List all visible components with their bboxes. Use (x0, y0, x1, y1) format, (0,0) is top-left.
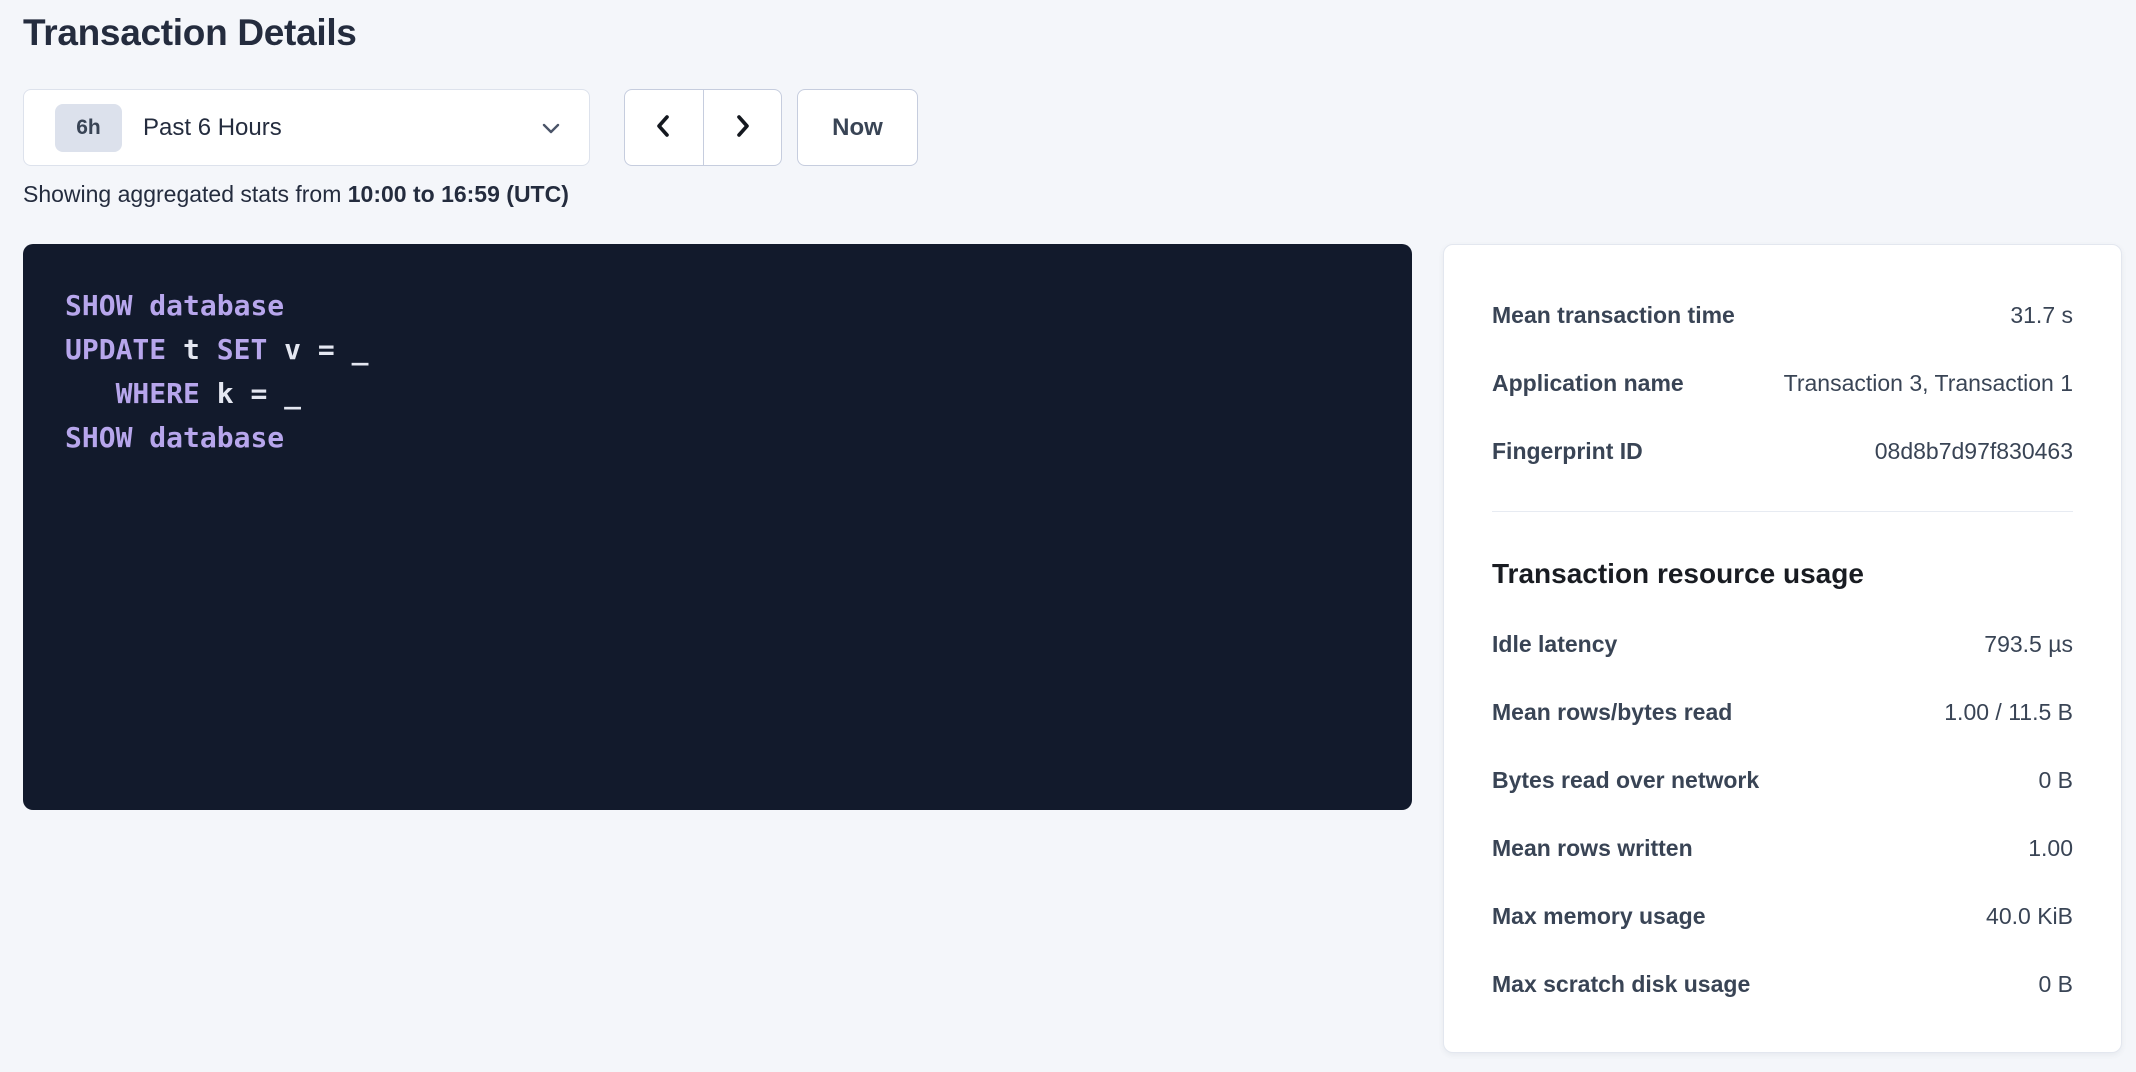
detail-label: Application name (1492, 370, 1704, 397)
detail-label: Idle latency (1492, 631, 1637, 658)
sql-keyword: UPDATE (65, 333, 166, 366)
transaction-summary-card: Mean transaction time 31.7 s Application n… (1443, 244, 2122, 1053)
chevron-down-icon (539, 116, 563, 140)
detail-row: Fingerprint ID 08d8b7d97f830463 (1492, 417, 2073, 485)
stats-summary-range: 10:00 to 16:59 (UTC) (348, 181, 569, 207)
code-line: UPDATE t SET v = _ (65, 328, 1370, 372)
summary-rows: Mean transaction time 31.7 s Application n… (1492, 281, 2073, 485)
detail-label: Max memory usage (1492, 903, 1725, 930)
now-button[interactable]: Now (797, 89, 918, 166)
time-range-label: Past 6 Hours (143, 114, 282, 142)
detail-label: Mean rows written (1492, 835, 1713, 862)
transaction-details-page: Transaction Details 6h Past 6 Hours (0, 0, 2136, 1072)
detail-label: Max scratch disk usage (1492, 971, 1770, 998)
detail-value: 08d8b7d97f830463 (1875, 438, 2073, 465)
detail-value: 793.5 µs (1984, 631, 2073, 658)
detail-value: 1.00 (2028, 835, 2073, 862)
detail-row: Bytes read over network 0 B (1492, 746, 2073, 814)
sql-keyword: WHERE (116, 377, 200, 410)
sql-keyword: SET (217, 333, 268, 366)
detail-value: 0 B (2038, 767, 2073, 794)
sql-keyword: SHOW (65, 421, 132, 454)
chevron-left-icon (648, 110, 680, 145)
sql-text: v = _ (267, 333, 368, 366)
detail-value: 0 B (2038, 971, 2073, 998)
sql-keyword: database (149, 289, 284, 322)
detail-row: Max scratch disk usage 0 B (1492, 950, 2073, 1018)
aggregated-stats-summary: Showing aggregated stats from 10:00 to 1… (23, 181, 569, 208)
detail-label: Mean transaction time (1492, 302, 1755, 329)
code-line: WHERE k = _ (65, 372, 1370, 416)
page-title: Transaction Details (23, 12, 357, 54)
time-range-badge: 6h (55, 104, 122, 152)
detail-row: Application name Transaction 3, Transacti… (1492, 349, 2073, 417)
time-window-pager (624, 89, 782, 166)
code-line: SHOW database (65, 284, 1370, 328)
sql-keyword: SHOW (65, 289, 132, 322)
sql-keyword: database (149, 421, 284, 454)
sql-text: k = _ (200, 377, 301, 410)
code-line: SHOW database (65, 416, 1370, 460)
detail-row: Idle latency 793.5 µs (1492, 610, 2073, 678)
sql-text (132, 421, 149, 454)
sql-text (132, 289, 149, 322)
stats-summary-prefix: Showing aggregated stats from (23, 181, 348, 207)
next-window-button[interactable] (704, 90, 782, 165)
detail-label: Bytes read over network (1492, 767, 1779, 794)
detail-row: Max memory usage 40.0 KiB (1492, 882, 2073, 950)
detail-value: 31.7 s (2010, 302, 2073, 329)
chevron-right-icon (726, 110, 758, 145)
detail-row: Mean rows/bytes read 1.00 / 11.5 B (1492, 678, 2073, 746)
resource-usage-heading: Transaction resource usage (1492, 556, 2073, 592)
detail-row: Mean rows written 1.00 (1492, 814, 2073, 882)
section-divider (1492, 511, 2073, 512)
detail-label: Fingerprint ID (1492, 438, 1663, 465)
prev-window-button[interactable] (625, 90, 704, 165)
time-range-select[interactable]: 6h Past 6 Hours (23, 89, 590, 166)
sql-text: t (166, 333, 217, 366)
detail-value: Transaction 3, Transaction 1 (1784, 370, 2073, 397)
detail-label: Mean rows/bytes read (1492, 699, 1752, 726)
resource-usage-rows: Idle latency 793.5 µs Mean rows/bytes read… (1492, 610, 2073, 1018)
detail-value: 40.0 KiB (1986, 903, 2073, 930)
detail-row: Mean transaction time 31.7 s (1492, 281, 2073, 349)
sql-statements-box: SHOW databaseUPDATE t SET v = _ WHERE k … (23, 244, 1412, 810)
detail-value: 1.00 / 11.5 B (1944, 699, 2073, 726)
sql-text (65, 377, 116, 410)
